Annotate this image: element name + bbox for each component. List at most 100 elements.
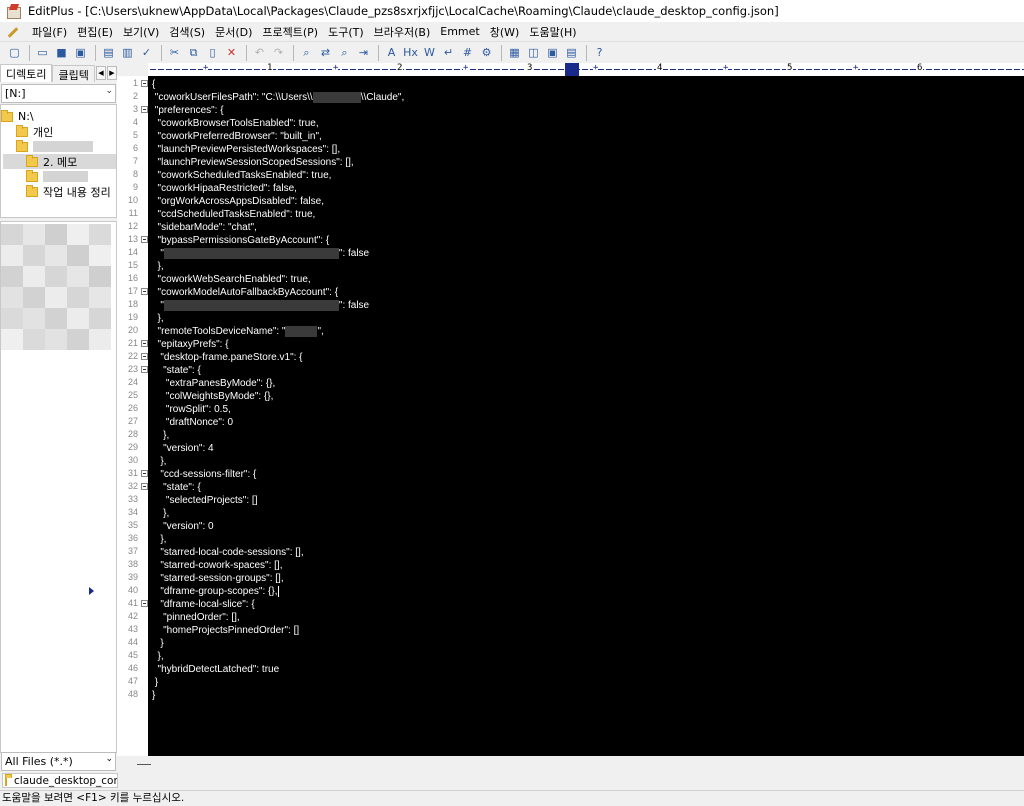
- print-preview-icon[interactable]: ▤: [100, 44, 117, 61]
- ruler-tick: [638, 69, 644, 70]
- redo-icon[interactable]: ↷: [270, 44, 287, 61]
- cut-icon[interactable]: ✂: [166, 44, 183, 61]
- ruler-tick: [974, 69, 980, 70]
- menu-item-10[interactable]: 도움말(H): [525, 24, 582, 40]
- code-text: }: [152, 677, 159, 688]
- fold-toggle-icon[interactable]: [141, 366, 148, 373]
- tree-item[interactable]: [26, 169, 88, 184]
- ruler-tick: [982, 69, 988, 70]
- document-tab[interactable]: claude_desktop_config.json: [2, 773, 118, 788]
- tab-scroll-right-icon[interactable]: ▶: [106, 66, 117, 80]
- menu-item-3[interactable]: 검색(S): [165, 24, 211, 40]
- code-text: ": [152, 300, 164, 311]
- menu-item-4[interactable]: 문서(D): [211, 24, 258, 40]
- fold-toggle-icon[interactable]: [141, 353, 148, 360]
- ruler-tick: [630, 69, 636, 70]
- line-number: 11: [128, 208, 138, 218]
- menu-item-0[interactable]: 파일(F): [28, 24, 73, 40]
- replace-icon[interactable]: ⇄: [317, 44, 334, 61]
- code-text: {: [152, 79, 156, 90]
- fold-toggle-icon[interactable]: [141, 106, 148, 113]
- chevron-down-icon: ⌄: [105, 86, 113, 96]
- left-panel: 디렉토리 클립텍 ◀ ▶ [N:] ⌄ N:\ 개인 2. 메모작업 내용 정리 A…: [0, 63, 117, 773]
- code-text: "preferences": {: [152, 105, 224, 116]
- open-file-icon[interactable]: ▭: [34, 44, 51, 61]
- tree-item[interactable]: 작업 내용 정리: [26, 184, 111, 199]
- line-number-icon[interactable]: #: [459, 44, 476, 61]
- code-line: },: [152, 507, 169, 520]
- menu-item-5[interactable]: 프로젝트(P): [258, 24, 324, 40]
- tab-cliptext[interactable]: 클립텍: [52, 65, 95, 82]
- editor-text-area[interactable]: { "coworkUserFilesPath": "C:\\Users\\ \\C…: [148, 76, 1024, 756]
- ruler-tick: [734, 69, 740, 70]
- undo-icon[interactable]: ↶: [251, 44, 268, 61]
- code-text: "selectedProjects": []: [152, 495, 258, 506]
- menu-item-1[interactable]: 편집(E): [73, 24, 119, 40]
- menu-item-8[interactable]: Emmet: [436, 25, 485, 38]
- ruler-number: 5: [786, 63, 794, 73]
- tree-item[interactable]: 2. 메모: [3, 154, 116, 169]
- fold-toggle-icon[interactable]: [141, 236, 148, 243]
- tab-directory[interactable]: 디렉토리: [0, 64, 53, 82]
- print-icon[interactable]: ▥: [119, 44, 136, 61]
- menu-item-9[interactable]: 창(W): [486, 24, 526, 40]
- file-filter-select[interactable]: All Files (*.*) ⌄: [1, 752, 116, 771]
- menu-item-2[interactable]: 보기(V): [119, 24, 165, 40]
- find-in-files-icon[interactable]: ⌕: [336, 44, 353, 61]
- save-icon[interactable]: ■: [53, 44, 70, 61]
- redacted-text: [163, 247, 339, 259]
- redacted-pixel: [23, 329, 45, 350]
- goto-icon[interactable]: ⇥: [355, 44, 372, 61]
- folder-icon: [26, 154, 38, 167]
- help-icon[interactable]: ?: [591, 44, 608, 61]
- settings-icon[interactable]: ⚙: [478, 44, 495, 61]
- new-file-icon[interactable]: ▢: [6, 44, 23, 61]
- save-all-icon[interactable]: ▣: [72, 44, 89, 61]
- line-number: 30: [127, 455, 138, 465]
- drive-select[interactable]: [N:] ⌄: [1, 84, 116, 103]
- fold-toggle-icon[interactable]: [141, 600, 148, 607]
- line-number: 31: [127, 468, 138, 478]
- browser-icon[interactable]: ▦: [506, 44, 523, 61]
- line-number: 38: [127, 559, 138, 569]
- find-icon[interactable]: ⌕: [298, 44, 315, 61]
- copy-icon[interactable]: ⧉: [185, 44, 202, 61]
- ruler-tick: [574, 69, 580, 70]
- html-icon[interactable]: W: [421, 44, 438, 61]
- code-text: "dframe-local-slice": {: [152, 599, 255, 610]
- editor-horizontal-scrollbar[interactable]: [117, 756, 1024, 773]
- fold-toggle-icon[interactable]: [141, 340, 148, 347]
- code-text: "starred-session-groups": [],: [152, 573, 284, 584]
- tree-item-label: N:\: [18, 110, 34, 123]
- fold-toggle-icon[interactable]: [141, 288, 148, 295]
- delete-icon[interactable]: ✕: [223, 44, 240, 61]
- cliptext-icon[interactable]: ▤: [563, 44, 580, 61]
- split-icon[interactable]: ◫: [525, 44, 542, 61]
- menu-item-6[interactable]: 도구(T): [324, 24, 370, 40]
- code-text: "remoteToolsDeviceName": ": [152, 326, 286, 337]
- ruler-tick: [926, 69, 932, 70]
- tree-item[interactable]: N:\: [1, 109, 34, 124]
- code-text: "coworkPreferredBrowser": "built_in",: [152, 131, 322, 142]
- tree-item[interactable]: [16, 139, 93, 154]
- paste-icon[interactable]: ▯: [204, 44, 221, 61]
- code-line: "state": {: [152, 364, 201, 377]
- hex-icon[interactable]: Hx: [402, 44, 419, 61]
- menu-item-7[interactable]: 브라우저(B): [370, 24, 437, 40]
- ruler-plus: +: [333, 63, 339, 73]
- code-line: "dframe-local-slice": {: [152, 598, 255, 611]
- ruler-number: 6: [916, 63, 924, 73]
- tree-item[interactable]: 개인: [16, 124, 53, 139]
- font-icon[interactable]: A: [383, 44, 400, 61]
- spell-icon[interactable]: ✓: [138, 44, 155, 61]
- ruler-tick: [318, 69, 324, 70]
- code-line: "pinnedOrder": [],: [152, 611, 240, 624]
- fold-toggle-icon[interactable]: [141, 470, 148, 477]
- line-number: 16: [127, 273, 138, 283]
- window-icon[interactable]: ▣: [544, 44, 561, 61]
- fold-toggle-icon[interactable]: [141, 483, 148, 490]
- tab-scroll-left-icon[interactable]: ◀: [95, 66, 106, 80]
- code-line: "ccd-sessions-filter": {: [152, 468, 256, 481]
- word-wrap-icon[interactable]: ↵: [440, 44, 457, 61]
- fold-toggle-icon[interactable]: [141, 80, 148, 87]
